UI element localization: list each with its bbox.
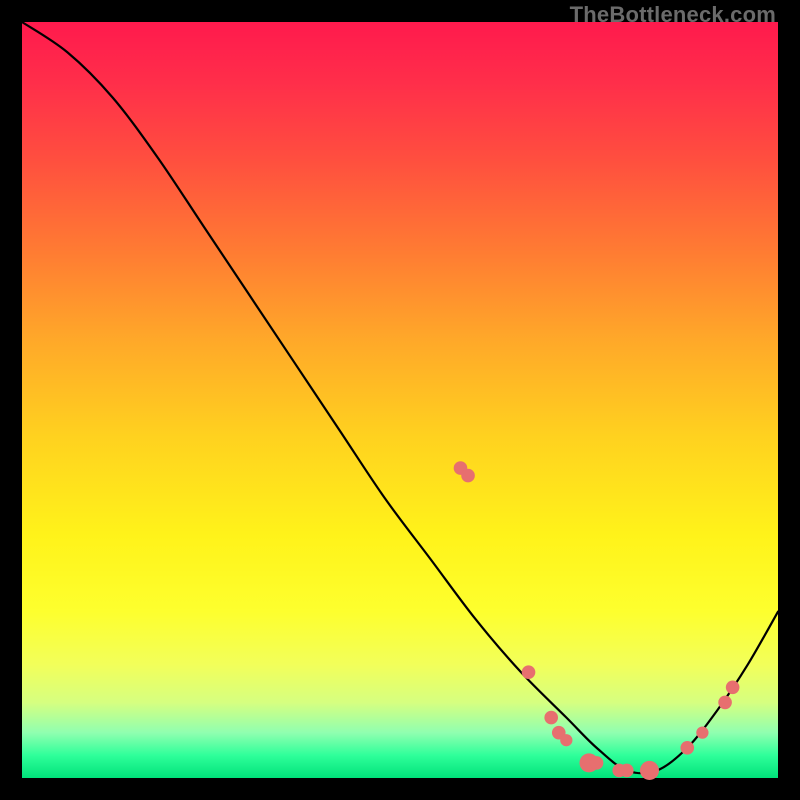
curve-markers-group — [454, 461, 740, 780]
curve-marker-pill — [506, 612, 521, 657]
curve-marker-dot — [522, 665, 536, 679]
curve-marker-dot — [726, 680, 740, 694]
chart-svg — [22, 22, 778, 778]
curve-marker-dot — [620, 764, 634, 778]
curve-marker-dot — [560, 734, 572, 746]
curve-marker-pill — [491, 551, 506, 596]
curve-marker-pill — [476, 491, 491, 521]
curve-marker-dot — [718, 696, 732, 710]
curve-marker-dot — [590, 756, 604, 770]
bottleneck-curve-line — [22, 22, 778, 773]
curve-marker-dot — [461, 469, 475, 483]
curve-marker-dot — [544, 711, 558, 725]
curve-marker-dot — [696, 727, 708, 739]
curve-marker-dot — [680, 741, 694, 755]
chart-plot-area — [22, 22, 778, 778]
curve-marker-dot — [640, 761, 659, 780]
